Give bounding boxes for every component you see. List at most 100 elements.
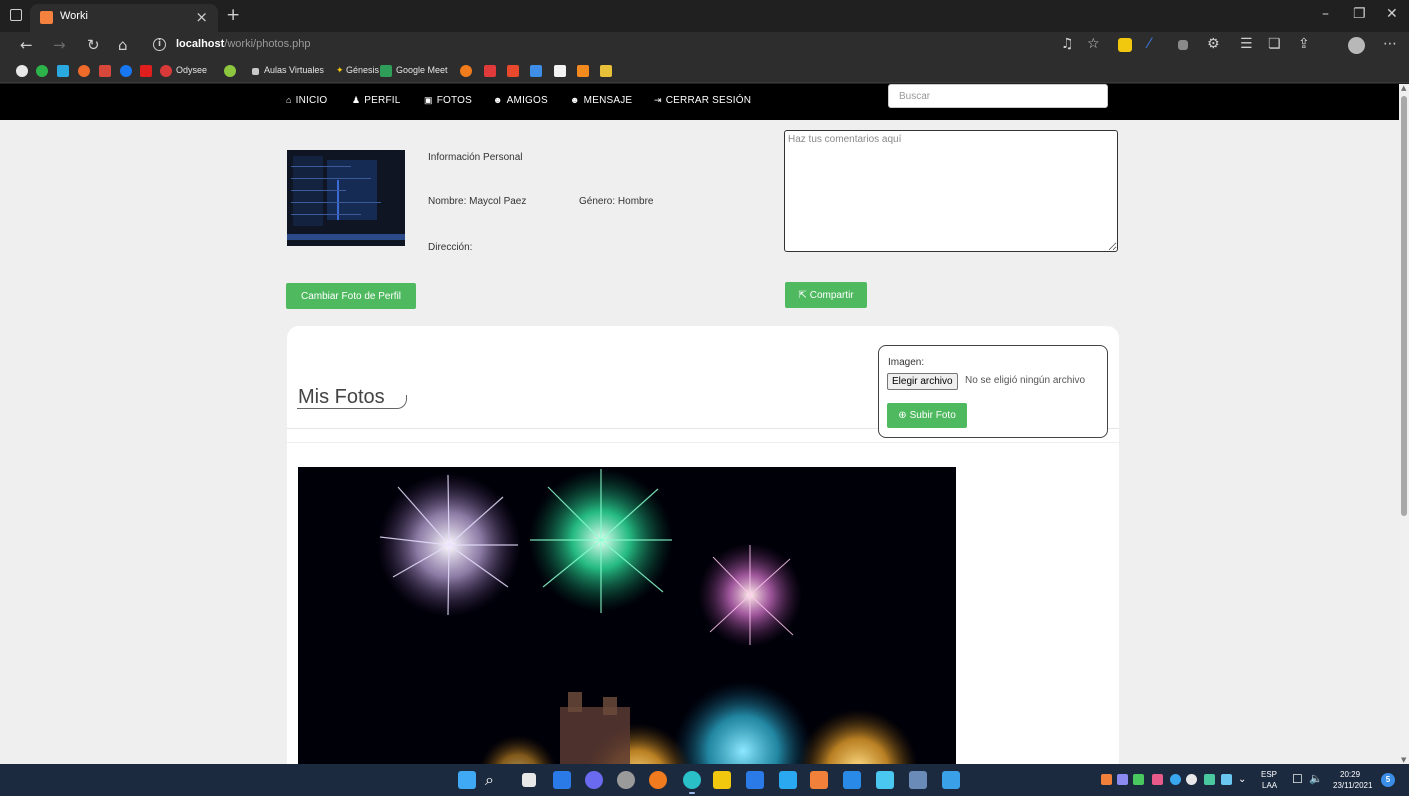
restore-button[interactable]: ❐ xyxy=(1353,6,1366,22)
close-window-button[interactable]: ✕ xyxy=(1386,6,1398,22)
bookmark-13-icon[interactable] xyxy=(600,65,612,77)
cloud-icon[interactable] xyxy=(1186,774,1197,785)
tray-app-3-icon[interactable] xyxy=(1133,774,1144,785)
change-profile-photo-button[interactable]: Cambiar Foto de Perfil xyxy=(286,283,416,309)
back-arrow-icon[interactable]: ← xyxy=(20,36,33,54)
address-bar[interactable]: localhost/worki/photos.php xyxy=(176,38,311,50)
widgets-icon[interactable] xyxy=(553,771,571,789)
site-info-icon[interactable]: i xyxy=(153,38,166,51)
bookmark-9-icon[interactable] xyxy=(507,65,519,77)
app-blue-icon[interactable] xyxy=(779,771,797,789)
firefox-icon[interactable] xyxy=(649,771,667,789)
language-code[interactable]: ESP xyxy=(1261,770,1277,779)
mail-icon[interactable] xyxy=(942,771,960,789)
extensions-icon[interactable]: ⚙ xyxy=(1207,36,1220,52)
meet-bookmark-icon[interactable] xyxy=(380,65,392,77)
bookmark-google-meet[interactable]: Google Meet xyxy=(396,65,448,75)
gmail-bookmark-icon[interactable] xyxy=(99,65,111,77)
extension-2-icon[interactable]: ⁄ xyxy=(1148,36,1150,52)
store-icon[interactable] xyxy=(746,771,764,789)
bing-bookmark-icon[interactable] xyxy=(57,65,69,77)
extension-3-icon[interactable] xyxy=(1178,40,1188,50)
title-underline xyxy=(297,395,407,409)
nav-mensaje[interactable]: ☻ MENSAJE xyxy=(570,95,632,106)
collections-icon[interactable]: ❏ xyxy=(1268,36,1281,52)
fireworks-photo[interactable] xyxy=(298,467,956,764)
task-view-icon[interactable] xyxy=(522,773,536,787)
minimize-button[interactable]: – xyxy=(1322,6,1329,22)
tray-app-4-icon[interactable] xyxy=(1152,774,1163,785)
choose-file-button[interactable]: Elegir archivo xyxy=(887,373,958,390)
clock-date[interactable]: 23/11/2021 xyxy=(1333,781,1372,790)
bookmark-12-icon[interactable] xyxy=(577,65,589,77)
scroll-thumb[interactable] xyxy=(1401,96,1407,516)
nav-inicio[interactable]: ⌂ INICIO xyxy=(286,95,327,106)
youtube-bookmark-icon[interactable] xyxy=(140,65,152,77)
browser-tab[interactable]: Worki × xyxy=(30,4,218,32)
odysee-bookmark-icon[interactable] xyxy=(160,65,172,77)
vscode-icon[interactable] xyxy=(843,771,861,789)
volume-icon[interactable]: 🔈 xyxy=(1309,772,1323,785)
nav-fotos[interactable]: ▣ FOTOS xyxy=(424,95,472,106)
clock-time[interactable]: 20:29 xyxy=(1340,770,1360,779)
share-button[interactable]: ⇱ Compartir xyxy=(785,282,867,308)
tab-actions-icon[interactable] xyxy=(10,9,22,21)
nav-cerrar-sesion[interactable]: ⇥ CERRAR SESIÓN xyxy=(654,95,751,106)
nav-amigos[interactable]: ☻ AMIGOS xyxy=(493,95,548,106)
language-region[interactable]: LAA xyxy=(1262,781,1277,790)
start-windows-icon[interactable] xyxy=(458,771,476,789)
profile-avatar[interactable] xyxy=(1348,37,1365,54)
new-tab-button[interactable]: + xyxy=(226,5,240,25)
more-menu-icon[interactable]: ⋯ xyxy=(1383,36,1397,52)
bookmark-pinwheel-icon[interactable] xyxy=(224,65,236,77)
genesis-bookmark-icon[interactable]: ✦ xyxy=(336,65,344,76)
extension-1-icon[interactable] xyxy=(1118,38,1132,52)
favorite-star-icon[interactable]: ☆ xyxy=(1087,36,1100,52)
chrome-bookmark-icon[interactable] xyxy=(36,65,48,77)
tab-close-icon[interactable]: × xyxy=(195,8,208,26)
profile-address: Dirección: xyxy=(428,242,473,253)
google-bookmark-icon[interactable] xyxy=(16,65,28,77)
edge-icon[interactable] xyxy=(683,771,701,789)
tray-app-7-icon[interactable] xyxy=(1204,774,1215,785)
home-browser-icon[interactable]: ⌂ xyxy=(118,36,128,54)
tray-app-2-icon[interactable] xyxy=(1117,774,1128,785)
bookmark-10-icon[interactable] xyxy=(530,65,542,77)
search-input[interactable] xyxy=(888,84,1108,108)
file-explorer-icon[interactable] xyxy=(713,771,731,789)
bookmark-genesis[interactable]: Génesis xyxy=(346,65,379,75)
bookmark-8-icon[interactable] xyxy=(484,65,496,77)
bookmark-7-icon[interactable] xyxy=(460,65,472,77)
xampp-taskbar-icon[interactable] xyxy=(810,771,828,789)
bookmark-11-icon[interactable] xyxy=(554,65,566,77)
search-taskbar-icon[interactable]: ⌕ xyxy=(485,770,494,790)
page-scrollbar[interactable]: ▲ ▼ xyxy=(1399,84,1409,764)
scroll-down-icon[interactable]: ▼ xyxy=(1401,756,1406,764)
onedrive-icon[interactable] xyxy=(1170,774,1181,785)
upload-photo-button[interactable]: ⊕ Subir Foto xyxy=(887,403,967,428)
tray-chevron-icon[interactable]: ⌄ xyxy=(1238,774,1246,785)
reload-icon[interactable]: ↻ xyxy=(87,36,100,54)
network-icon[interactable]: ☐ xyxy=(1292,772,1303,786)
card-divider-secondary xyxy=(287,442,1119,443)
profile-name: Nombre: Maycol Paez xyxy=(428,196,527,207)
favorites-icon[interactable]: ☰ xyxy=(1240,36,1253,52)
forward-arrow-icon[interactable]: → xyxy=(53,36,66,54)
notification-badge[interactable]: 5 xyxy=(1381,773,1395,787)
app-slate-icon[interactable] xyxy=(909,771,927,789)
share-browser-icon[interactable]: ⇪ xyxy=(1298,36,1310,52)
scroll-up-icon[interactable]: ▲ xyxy=(1401,84,1406,92)
comment-textarea[interactable] xyxy=(784,130,1118,252)
tray-xampp-icon[interactable] xyxy=(1101,774,1112,785)
bookmark-aulas-virtuales[interactable]: Aulas Virtuales xyxy=(264,65,324,75)
facebook-bookmark-icon[interactable] xyxy=(120,65,132,77)
bookmark-4-icon[interactable] xyxy=(78,65,90,77)
aulas-bookmark-icon[interactable] xyxy=(252,68,259,75)
settings-taskbar-icon[interactable] xyxy=(617,771,635,789)
tray-app-8-icon[interactable] xyxy=(1221,774,1232,785)
app-sky-icon[interactable] xyxy=(876,771,894,789)
read-aloud-icon[interactable]: ♫ xyxy=(1061,36,1074,52)
nav-perfil[interactable]: ♟ PERFIL xyxy=(352,95,401,106)
bookmark-odysee[interactable]: Odysee xyxy=(176,65,207,75)
chat-icon[interactable] xyxy=(585,771,603,789)
